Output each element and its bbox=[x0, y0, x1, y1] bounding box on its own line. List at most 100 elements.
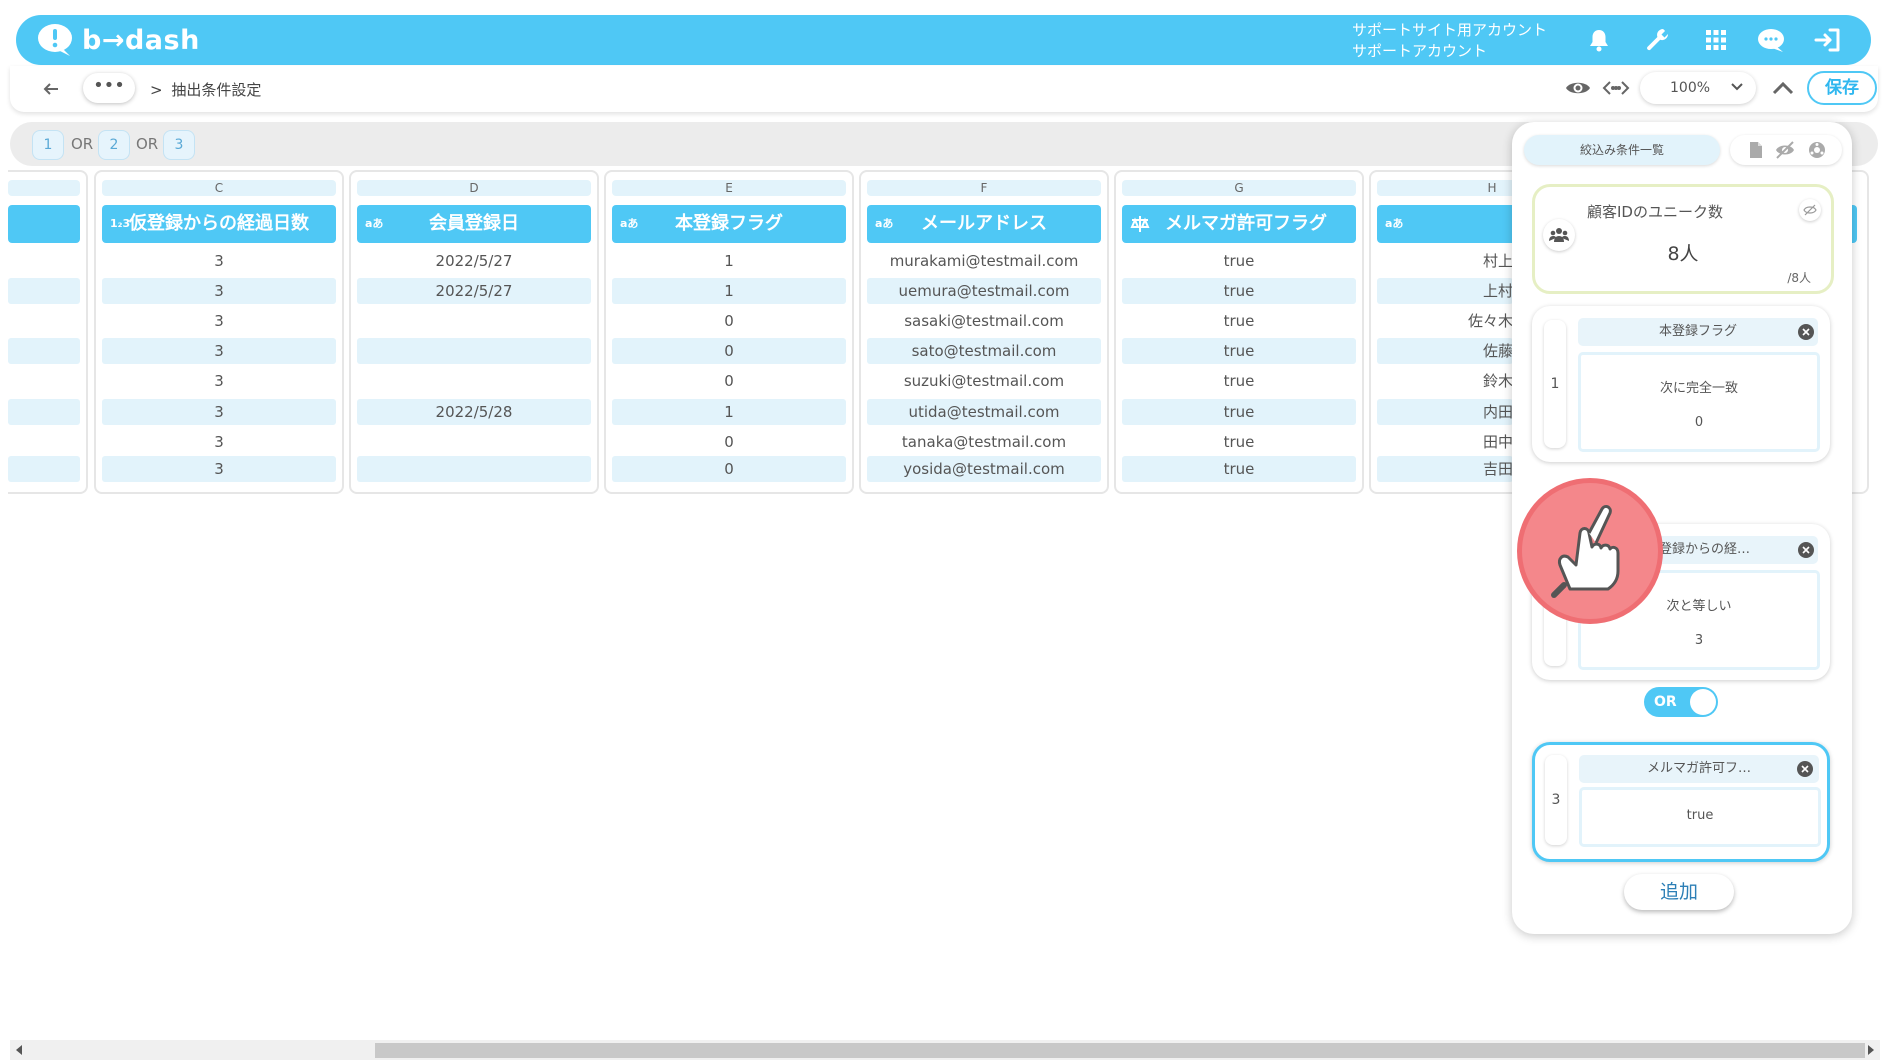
table-cell[interactable]: 3 bbox=[102, 368, 336, 394]
bdash-logo[interactable]: b→dash bbox=[36, 22, 200, 58]
breadcrumb: > 抽出条件設定 bbox=[150, 79, 261, 100]
column-header[interactable] bbox=[8, 205, 80, 243]
table-cell[interactable]: yosida@testmail.com bbox=[867, 456, 1101, 482]
table-cell[interactable]: 田中 bbox=[1377, 429, 1513, 455]
text-type-icon: aあ bbox=[1385, 217, 1404, 230]
logo-text: b→dash bbox=[82, 24, 200, 56]
table-cell[interactable]: true bbox=[1122, 308, 1356, 334]
table-cell[interactable]: 1 bbox=[612, 248, 846, 274]
condition-card-3[interactable]: 3 メルマガ許可フ… true bbox=[1532, 742, 1830, 862]
table-cell[interactable] bbox=[357, 368, 591, 394]
table-cell[interactable]: true bbox=[1122, 338, 1356, 364]
save-button[interactable]: 保存 bbox=[1807, 71, 1877, 105]
settings-icon[interactable] bbox=[1808, 141, 1826, 159]
eye-icon[interactable] bbox=[1565, 77, 1591, 99]
table-cell[interactable]: 3 bbox=[102, 429, 336, 455]
table-cell[interactable]: utida@testmail.com bbox=[867, 399, 1101, 425]
table-cell[interactable]: 2022/5/27 bbox=[357, 248, 591, 274]
table-cell[interactable]: 1 bbox=[612, 399, 846, 425]
tab-filter-conditions[interactable]: 絞込み条件一覧 bbox=[1524, 135, 1720, 165]
table-cell[interactable]: 3 bbox=[102, 338, 336, 364]
table-cell[interactable]: 2022/5/27 bbox=[357, 278, 591, 304]
table-cell[interactable]: true bbox=[1122, 456, 1356, 482]
back-arrow-icon[interactable] bbox=[40, 78, 62, 100]
logout-icon[interactable] bbox=[1813, 25, 1843, 55]
horizontal-scrollbar[interactable] bbox=[10, 1040, 1880, 1060]
unique-count-total: /8人 bbox=[1787, 271, 1811, 285]
pointer-hand-icon bbox=[1517, 478, 1663, 624]
table-cell[interactable] bbox=[357, 338, 591, 364]
table-cell[interactable]: 1 bbox=[612, 278, 846, 304]
table-cell[interactable]: 村上 bbox=[1377, 248, 1513, 274]
table-cell[interactable]: tanaka@testmail.com bbox=[867, 429, 1101, 455]
condition-body[interactable]: 次に完全一致 0 bbox=[1578, 352, 1820, 452]
close-icon[interactable] bbox=[1798, 542, 1814, 558]
table-cell[interactable]: true bbox=[1122, 429, 1356, 455]
data-column-f: F aあ メールアドレス murakami@testmail.com uemur… bbox=[859, 170, 1109, 494]
breadcrumb-more-button[interactable]: ••• bbox=[83, 73, 135, 103]
table-cell[interactable]: 3 bbox=[102, 456, 336, 482]
table-cell[interactable]: 3 bbox=[102, 248, 336, 274]
condition-chip-3[interactable]: 3 bbox=[163, 130, 195, 160]
add-condition-button[interactable]: 追加 bbox=[1624, 874, 1734, 910]
table-cell[interactable]: suzuki@testmail.com bbox=[867, 368, 1101, 394]
table-cell[interactable]: sato@testmail.com bbox=[867, 338, 1101, 364]
column-header[interactable]: aあ メールアドレス bbox=[867, 205, 1101, 243]
table-cell[interactable]: murakami@testmail.com bbox=[867, 248, 1101, 274]
table-cell[interactable]: 鈴木 bbox=[1377, 368, 1513, 394]
scroll-left-icon[interactable] bbox=[16, 1045, 22, 1055]
toggle-label: OR bbox=[1654, 694, 1677, 710]
or-toggle-2[interactable]: OR bbox=[1644, 687, 1718, 717]
chat-icon[interactable] bbox=[1756, 25, 1786, 55]
column-header[interactable]: aあ 本登録フラグ bbox=[612, 205, 846, 243]
bell-icon[interactable] bbox=[1584, 25, 1614, 55]
hide-metric-icon[interactable] bbox=[1799, 199, 1821, 221]
table-cell[interactable]: 0 bbox=[612, 368, 846, 394]
column-header[interactable]: aあ 会員登録日 bbox=[357, 205, 591, 243]
table-cell[interactable]: 上村 bbox=[1377, 278, 1513, 304]
table-cell[interactable]: 佐々木 bbox=[1377, 308, 1513, 334]
chevron-up-icon[interactable] bbox=[1771, 78, 1795, 98]
table-cell[interactable]: 3 bbox=[102, 308, 336, 334]
condition-chip-1[interactable]: 1 bbox=[32, 130, 64, 160]
chevron-down-icon bbox=[1731, 83, 1743, 91]
table-cell[interactable]: uemura@testmail.com bbox=[867, 278, 1101, 304]
code-icon[interactable] bbox=[1602, 78, 1630, 98]
table-cell[interactable]: 0 bbox=[612, 308, 846, 334]
table-cell[interactable]: true bbox=[1122, 248, 1356, 274]
table-cell[interactable]: true bbox=[1122, 368, 1356, 394]
close-icon[interactable] bbox=[1798, 324, 1814, 340]
table-cell[interactable] bbox=[357, 308, 591, 334]
account-info[interactable]: サポートサイト用アカウント サポートアカウント bbox=[1352, 20, 1547, 62]
table-cell[interactable]: 内田 bbox=[1377, 399, 1513, 425]
table-cell[interactable] bbox=[357, 429, 591, 455]
eye-off-icon[interactable] bbox=[1774, 140, 1796, 160]
table-cell[interactable]: 3 bbox=[102, 278, 336, 304]
condition-chip-2[interactable]: 2 bbox=[98, 130, 130, 160]
apps-grid-icon[interactable] bbox=[1701, 25, 1731, 55]
breadcrumb-separator: > bbox=[150, 81, 163, 99]
table-cell[interactable]: 0 bbox=[612, 429, 846, 455]
table-cell[interactable]: 0 bbox=[612, 338, 846, 364]
scroll-right-icon[interactable] bbox=[1868, 1045, 1874, 1055]
table-cell[interactable] bbox=[357, 456, 591, 482]
table-cell[interactable]: 吉田 bbox=[1377, 456, 1513, 482]
wrench-icon[interactable] bbox=[1643, 25, 1673, 55]
scrollbar-thumb[interactable] bbox=[375, 1043, 1865, 1058]
zoom-select[interactable]: 100% bbox=[1640, 72, 1756, 104]
condition-card-1[interactable]: 1 本登録フラグ 次に完全一致 0 bbox=[1532, 306, 1830, 462]
table-cell[interactable]: sasaki@testmail.com bbox=[867, 308, 1101, 334]
table-cell[interactable]: 2022/5/28 bbox=[357, 399, 591, 425]
condition-body[interactable]: true bbox=[1579, 787, 1821, 847]
close-icon[interactable] bbox=[1797, 761, 1813, 777]
table-cell[interactable]: 0 bbox=[612, 456, 846, 482]
table-cell[interactable]: true bbox=[1122, 399, 1356, 425]
table-cell[interactable]: 3 bbox=[102, 399, 336, 425]
column-letter: G bbox=[1122, 180, 1356, 196]
column-header[interactable]: メルマガ許可フラグ bbox=[1122, 205, 1356, 243]
table-cell[interactable]: true bbox=[1122, 278, 1356, 304]
table-cell[interactable]: 佐藤 bbox=[1377, 338, 1513, 364]
toggle-knob bbox=[1690, 689, 1716, 715]
document-icon[interactable] bbox=[1748, 141, 1764, 159]
column-header[interactable]: 1₂3 仮登録からの経過日数 bbox=[102, 205, 336, 243]
